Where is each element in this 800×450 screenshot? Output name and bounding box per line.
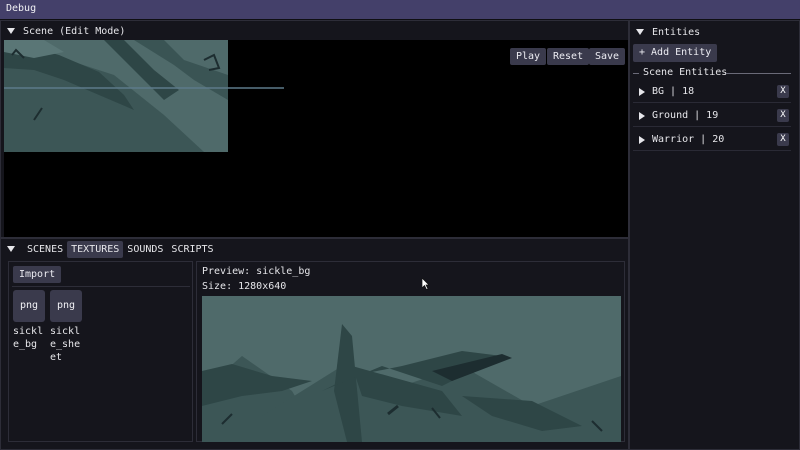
entity-label: Warrior | 20 bbox=[652, 134, 725, 145]
import-button[interactable]: Import bbox=[13, 266, 62, 283]
scene-render bbox=[4, 40, 284, 152]
expand-arrow-icon[interactable] bbox=[639, 135, 645, 144]
scene-panel-header[interactable]: Scene (Edit Mode) bbox=[1, 21, 628, 41]
expand-arrow-icon[interactable] bbox=[639, 87, 645, 96]
assets-panel: SCENES TEXTURES SOUNDS SCRIPTS Import pn… bbox=[0, 238, 629, 450]
expand-arrow-icon[interactable] bbox=[639, 111, 645, 120]
tab-sounds[interactable]: SOUNDS bbox=[123, 241, 167, 258]
asset-name: sickle_sheet bbox=[50, 326, 81, 363]
remove-entity-button[interactable]: X bbox=[777, 133, 789, 146]
tab-scripts[interactable]: SCRIPTS bbox=[167, 241, 217, 258]
reset-button[interactable]: Reset bbox=[547, 48, 590, 65]
texture-list-panel: Import png png sickle_bg sickle_sheet bbox=[8, 261, 193, 442]
size-label: Size: 1280x640 bbox=[202, 281, 287, 292]
texture-preview-panel: Preview: sickle_bg Size: 1280x640 bbox=[196, 261, 625, 442]
preview-label: Preview: sickle_bg bbox=[202, 266, 311, 277]
entity-row[interactable]: Warrior | 20 X bbox=[633, 129, 791, 151]
collapse-triangle-icon[interactable] bbox=[636, 29, 644, 35]
mouse-cursor-icon bbox=[422, 278, 430, 290]
section-divider bbox=[633, 73, 639, 74]
scene-entities-section: Scene Entities bbox=[633, 67, 791, 79]
assets-tab-bar: SCENES TEXTURES SOUNDS SCRIPTS bbox=[1, 240, 628, 258]
entity-label: BG | 18 bbox=[652, 86, 695, 97]
window-title: Debug bbox=[6, 3, 37, 14]
entities-panel-header[interactable]: Entities bbox=[630, 21, 799, 43]
entity-row[interactable]: BG | 18 X bbox=[633, 81, 791, 103]
tab-scenes[interactable]: SCENES bbox=[23, 241, 67, 258]
entity-row[interactable]: Ground | 19 X bbox=[633, 105, 791, 127]
play-button[interactable]: Play bbox=[510, 48, 547, 65]
divider bbox=[12, 286, 190, 287]
tab-textures[interactable]: TEXTURES bbox=[67, 240, 124, 258]
asset-thumbnail[interactable]: png bbox=[50, 290, 82, 322]
collapse-triangle-icon[interactable] bbox=[7, 246, 15, 252]
texture-preview-image bbox=[202, 296, 621, 442]
remove-entity-button[interactable]: X bbox=[777, 109, 789, 122]
scene-panel-title: Scene (Edit Mode) bbox=[23, 25, 126, 37]
collapse-triangle-icon[interactable] bbox=[7, 28, 15, 34]
section-divider bbox=[726, 73, 791, 74]
asset-thumbnail[interactable]: png bbox=[13, 290, 45, 322]
entity-label: Ground | 19 bbox=[652, 110, 719, 121]
save-button[interactable]: Save bbox=[589, 48, 626, 65]
asset-name: sickle_bg bbox=[13, 326, 44, 350]
section-label: Scene Entities bbox=[643, 67, 728, 78]
remove-entity-button[interactable]: X bbox=[777, 85, 789, 98]
scene-viewport[interactable]: Play Reset Save bbox=[4, 40, 628, 237]
entities-panel-title: Entities bbox=[652, 26, 701, 38]
add-entity-button[interactable]: + Add Entity bbox=[633, 44, 718, 62]
window-titlebar: Debug bbox=[0, 0, 800, 19]
